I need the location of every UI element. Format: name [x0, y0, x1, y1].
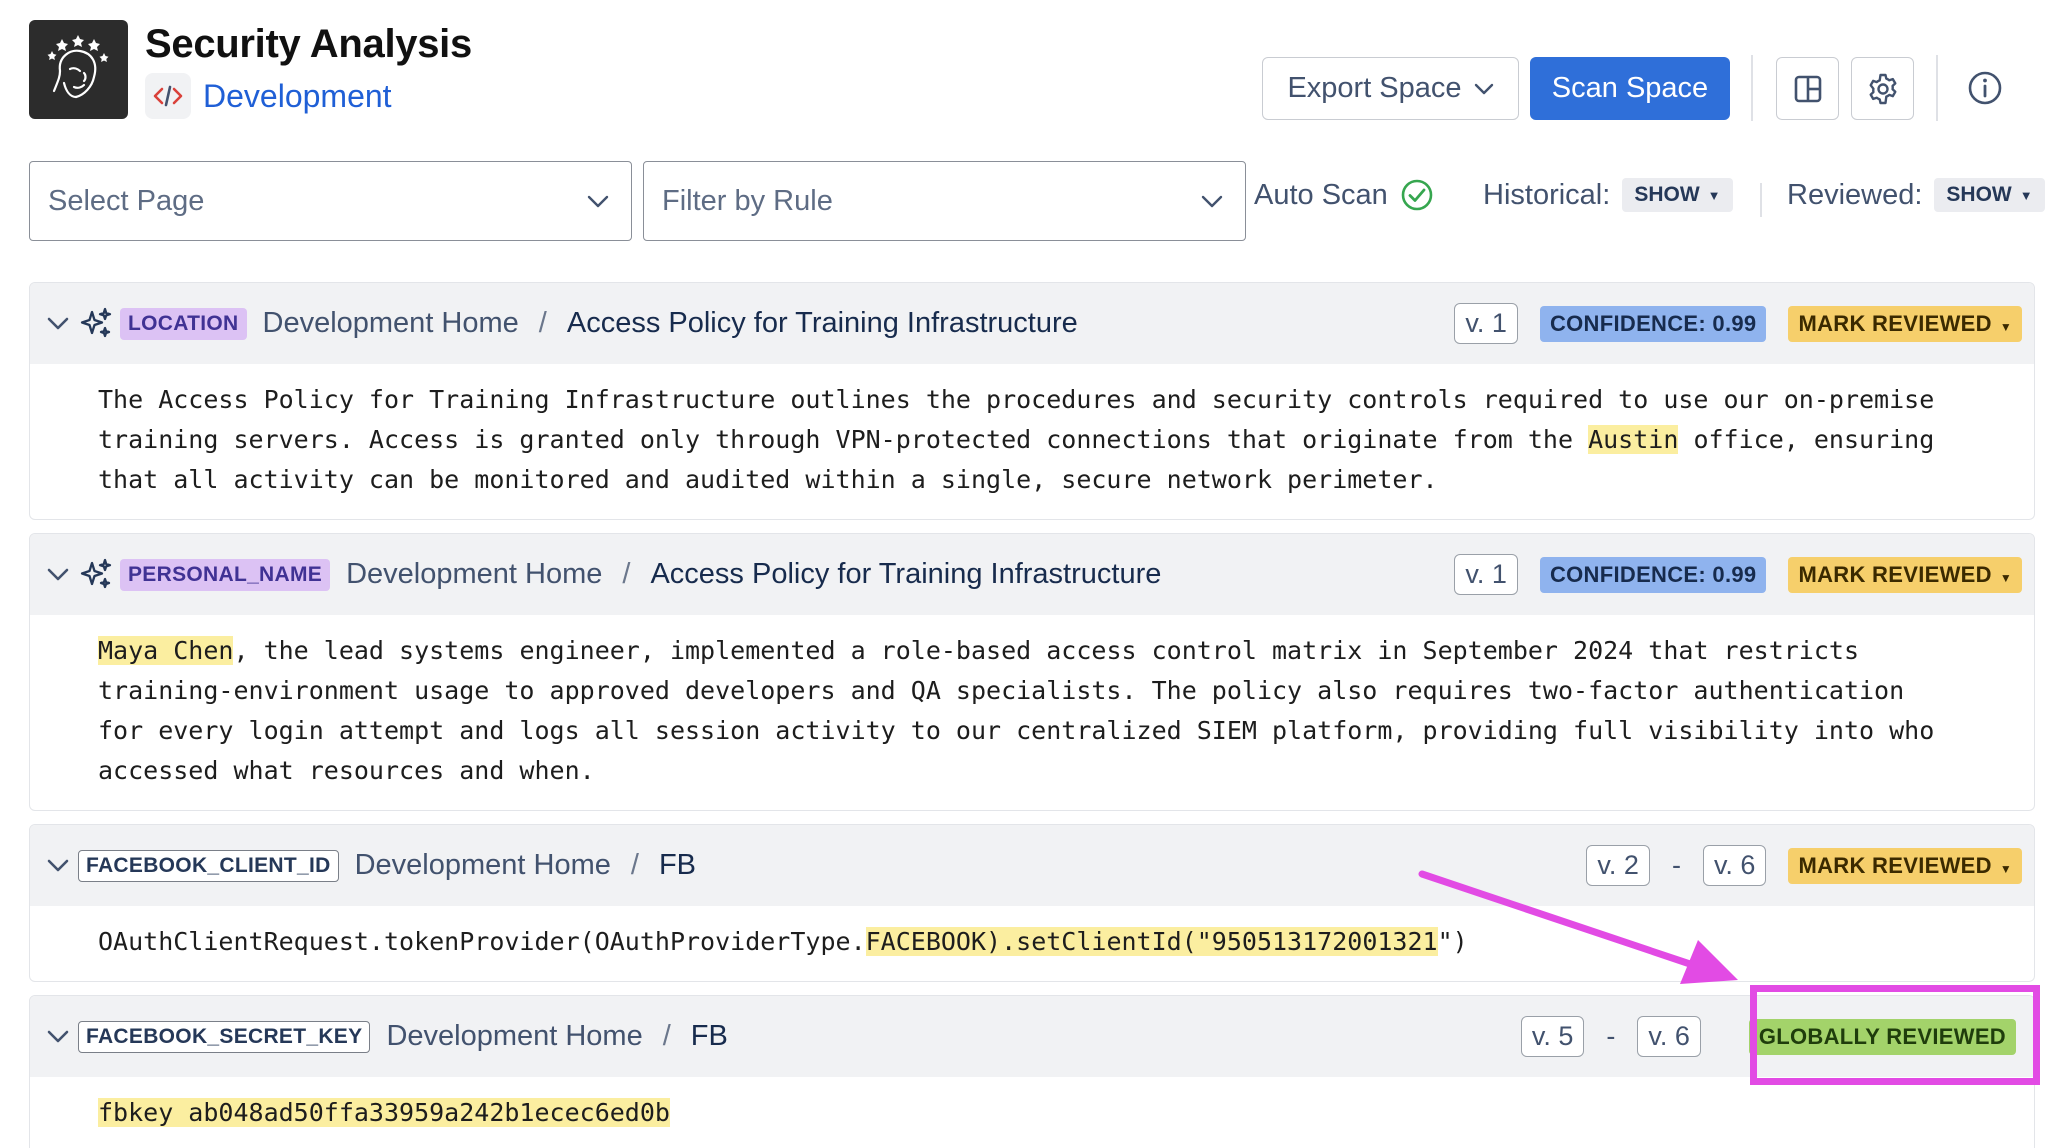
chevron-down-icon[interactable]: [44, 852, 72, 880]
info-icon: [1968, 71, 2002, 105]
version-from-badge[interactable]: v. 5: [1520, 1016, 1585, 1057]
rule-tag: FACEBOOK_CLIENT_ID: [78, 849, 339, 882]
historical-toggle: Historical: SHOW ▼: [1483, 178, 1733, 212]
result-card: FACEBOOK_SECRET_KEY Development Home / F…: [29, 995, 2035, 1148]
snippet-match: fbkey ab048ad50ffa33959a242b1ecec6ed0b: [98, 1098, 670, 1127]
rule-tag: FACEBOOK_SECRET_KEY: [78, 1020, 371, 1053]
caret-down-icon: ▼: [2019, 187, 2033, 203]
layout-panel-button[interactable]: [1776, 57, 1839, 120]
export-space-label: Export Space: [1287, 72, 1462, 104]
settings-button[interactable]: [1851, 57, 1914, 120]
result-card-header[interactable]: FACEBOOK_SECRET_KEY Development Home / F…: [30, 996, 2034, 1077]
reviewed-value: SHOW: [1946, 183, 2012, 206]
breadcrumb-space[interactable]: Development Home: [355, 849, 611, 882]
version-to-badge[interactable]: v. 6: [1637, 1016, 1701, 1057]
filter-rule-dropdown[interactable]: Filter by Rule: [643, 161, 1246, 241]
breadcrumb-page[interactable]: FB: [659, 849, 696, 882]
filter-rule-placeholder: Filter by Rule: [662, 184, 833, 217]
breadcrumb-separator: /: [662, 1020, 671, 1052]
rule-tag: LOCATION: [120, 307, 247, 340]
result-card: PERSONAL_NAME Development Home / Access …: [29, 533, 2035, 811]
result-snippet: Maya Chen, the lead systems engineer, im…: [30, 615, 2034, 807]
reviewed-toggle: Reviewed: SHOW ▼: [1787, 178, 2045, 212]
result-card-header[interactable]: PERSONAL_NAME Development Home / Access …: [30, 534, 2034, 615]
result-card: FACEBOOK_CLIENT_ID Development Home / FB…: [29, 824, 2035, 982]
caret-down-icon: ▼: [1707, 187, 1721, 203]
breadcrumb-separator: /: [630, 849, 639, 881]
scan-space-button[interactable]: Scan Space: [1530, 57, 1730, 120]
auto-scan-toggle[interactable]: Auto Scan: [1254, 178, 1434, 212]
chevron-down-icon[interactable]: [44, 1023, 72, 1051]
breadcrumb-page[interactable]: Access Policy for Training Infrastructur…: [567, 307, 1078, 340]
mark-reviewed-label: MARK REVIEWED: [1798, 852, 1992, 878]
breadcrumb-page[interactable]: FB: [691, 1020, 728, 1053]
toolbar-divider: [1751, 55, 1753, 121]
code-icon: [145, 73, 191, 119]
breadcrumb-space[interactable]: Development Home: [263, 307, 519, 340]
snippet-match: Austin: [1588, 425, 1679, 454]
mark-reviewed-dropdown[interactable]: MARK REVIEWED ▼: [1788, 847, 2022, 884]
result-snippet: fbkey ab048ad50ffa33959a242b1ecec6ed0b: [30, 1077, 2034, 1148]
mark-reviewed-label: MARK REVIEWED: [1798, 310, 1992, 336]
version-to-badge[interactable]: v. 6: [1702, 845, 1767, 886]
app-logo: [29, 20, 128, 119]
result-snippet: OAuthClientRequest.tokenProvider(OAuthPr…: [30, 906, 2034, 978]
select-page-dropdown[interactable]: Select Page: [29, 161, 632, 241]
breadcrumb-page[interactable]: Access Policy for Training Infrastructur…: [650, 558, 1161, 591]
breadcrumb-space[interactable]: Development Home: [346, 558, 602, 591]
snippet-text: , the lead systems engineer, implemented…: [98, 636, 1935, 785]
select-page-placeholder: Select Page: [48, 184, 205, 217]
gear-icon: [1869, 73, 1896, 104]
toolbar-divider: [1936, 55, 1938, 121]
sparkle-icon: [78, 306, 114, 342]
confidence-badge: CONFIDENCE: 0.99: [1539, 305, 1767, 342]
snippet-text: OAuthClientRequest.tokenProvider(OAuthPr…: [98, 927, 866, 956]
confidence-badge: CONFIDENCE: 0.99: [1539, 556, 1767, 593]
mark-reviewed-dropdown[interactable]: MARK REVIEWED ▼: [1788, 305, 2022, 342]
version-badge[interactable]: v. 1: [1454, 554, 1518, 595]
result-card-header[interactable]: LOCATION Development Home / Access Polic…: [30, 283, 2034, 364]
result-snippet: The Access Policy for Training Infrastru…: [30, 364, 2034, 516]
historical-label: Historical:: [1483, 178, 1611, 211]
version-badge[interactable]: v. 1: [1454, 303, 1518, 344]
space-name-link[interactable]: Development: [203, 78, 392, 115]
chevron-down-icon[interactable]: [44, 310, 72, 338]
auto-scan-label: Auto Scan: [1254, 178, 1388, 211]
export-space-button[interactable]: Export Space: [1262, 57, 1519, 120]
caret-down-icon: ▼: [1999, 319, 2012, 334]
filter-divider: [1760, 183, 1762, 217]
chevron-down-icon: [1474, 83, 1493, 94]
layout-panel-icon: [1794, 75, 1821, 102]
chevron-down-icon[interactable]: [44, 561, 72, 589]
snippet-match: Maya Chen: [98, 636, 234, 665]
breadcrumb-separator: /: [538, 307, 547, 339]
chevron-down-icon: [587, 195, 609, 207]
page-title: Security Analysis: [145, 22, 472, 66]
breadcrumb-separator: /: [622, 558, 631, 590]
result-card-header[interactable]: FACEBOOK_CLIENT_ID Development Home / FB…: [30, 825, 2034, 906]
historical-value: SHOW: [1634, 183, 1700, 206]
annotation-highlight-box: [1750, 985, 2040, 1085]
reviewed-show-dropdown[interactable]: SHOW ▼: [1934, 178, 2045, 212]
mark-reviewed-dropdown[interactable]: MARK REVIEWED ▼: [1788, 556, 2022, 593]
caret-down-icon: ▼: [1999, 570, 2012, 585]
version-range-dash: -: [1606, 1021, 1616, 1051]
historical-show-dropdown[interactable]: SHOW ▼: [1622, 178, 1733, 212]
result-card: LOCATION Development Home / Access Polic…: [29, 282, 2035, 520]
rule-tag: PERSONAL_NAME: [120, 558, 331, 591]
info-button[interactable]: [1965, 68, 2005, 108]
snippet-text: "): [1437, 927, 1468, 956]
caret-down-icon: ▼: [1999, 861, 2012, 876]
reviewed-label: Reviewed:: [1787, 178, 1923, 211]
snippet-match: FACEBOOK).setClientId("950513172001321: [865, 927, 1438, 956]
face-with-stars-logo-icon: [47, 34, 108, 98]
check-circle-icon: [1401, 179, 1433, 211]
version-from-badge[interactable]: v. 2: [1586, 845, 1650, 886]
space-link-row[interactable]: Development: [145, 73, 392, 119]
chevron-down-icon: [1201, 195, 1223, 207]
mark-reviewed-label: MARK REVIEWED: [1798, 561, 1992, 587]
version-range-dash: -: [1671, 850, 1681, 880]
breadcrumb-space[interactable]: Development Home: [386, 1020, 642, 1053]
sparkle-icon: [78, 557, 114, 593]
